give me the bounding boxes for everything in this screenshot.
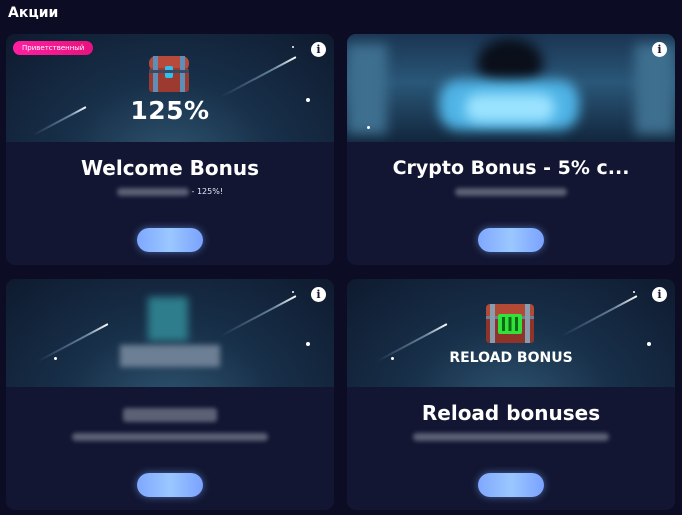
card-title: Crypto Bonus - 5% c... bbox=[392, 157, 630, 179]
star-dot bbox=[306, 342, 310, 346]
card-description-suffix: - 125%! bbox=[191, 187, 224, 196]
promo-banner[interactable]: RELOAD BONUS i bbox=[347, 279, 675, 387]
promo-banner[interactable]: 125% Приветственный i bbox=[6, 34, 334, 142]
promo-card-blurred[interactable]: i bbox=[6, 279, 334, 510]
promo-card-reload[interactable]: RELOAD BONUS i Reload bonuses bbox=[347, 279, 675, 510]
promo-action-button[interactable] bbox=[137, 228, 203, 252]
tech-pillar bbox=[347, 44, 387, 134]
info-icon[interactable]: i bbox=[311, 287, 326, 302]
card-title bbox=[6, 401, 334, 425]
coins-glow bbox=[465, 94, 555, 122]
info-icon[interactable]: i bbox=[652, 287, 667, 302]
promo-card-welcome[interactable]: 125% Приветственный i Welcome Bonus - 12… bbox=[6, 34, 334, 265]
blurred-text bbox=[455, 187, 567, 196]
promo-action-button[interactable] bbox=[478, 473, 544, 497]
blurred-prize-icon bbox=[148, 297, 188, 341]
promo-banner[interactable]: i bbox=[347, 34, 675, 142]
info-icon[interactable]: i bbox=[652, 42, 667, 57]
star-dot bbox=[633, 291, 635, 293]
tech-pillar bbox=[635, 44, 675, 134]
blurred-banner-text bbox=[120, 345, 220, 367]
card-title: Welcome Bonus bbox=[80, 156, 260, 180]
treasure-chest-icon bbox=[149, 56, 189, 92]
comet-streak bbox=[561, 295, 638, 337]
star-dot bbox=[54, 357, 57, 360]
banner-percent: 125% bbox=[130, 96, 210, 125]
promo-action-button[interactable] bbox=[137, 473, 203, 497]
comet-streak bbox=[220, 56, 297, 98]
comet-streak bbox=[220, 295, 297, 337]
banner-reload-text: RELOAD BONUS bbox=[449, 350, 573, 366]
card-description bbox=[347, 187, 675, 196]
blurred-text bbox=[116, 187, 189, 196]
promo-banner[interactable]: i bbox=[6, 279, 334, 387]
card-description: - 125%! bbox=[6, 187, 334, 196]
promo-action-button[interactable] bbox=[478, 228, 544, 252]
star-dot bbox=[292, 46, 294, 48]
blurred-text bbox=[413, 432, 609, 441]
promo-card-crypto[interactable]: i Crypto Bonus - 5% c... bbox=[347, 34, 675, 265]
blurred-text bbox=[72, 432, 268, 441]
welcome-tag-badge: Приветственный bbox=[13, 41, 94, 55]
star-dot bbox=[647, 342, 651, 346]
page-title: Акции bbox=[8, 5, 59, 21]
card-description bbox=[6, 432, 334, 441]
card-description bbox=[347, 432, 675, 441]
info-icon[interactable]: i bbox=[311, 42, 326, 57]
card-title: Reload bonuses bbox=[421, 401, 601, 425]
blurred-title bbox=[123, 407, 217, 422]
star-dot bbox=[367, 126, 370, 129]
comet-streak bbox=[36, 323, 109, 363]
green-chest-icon bbox=[486, 304, 534, 343]
star-dot bbox=[292, 291, 294, 293]
